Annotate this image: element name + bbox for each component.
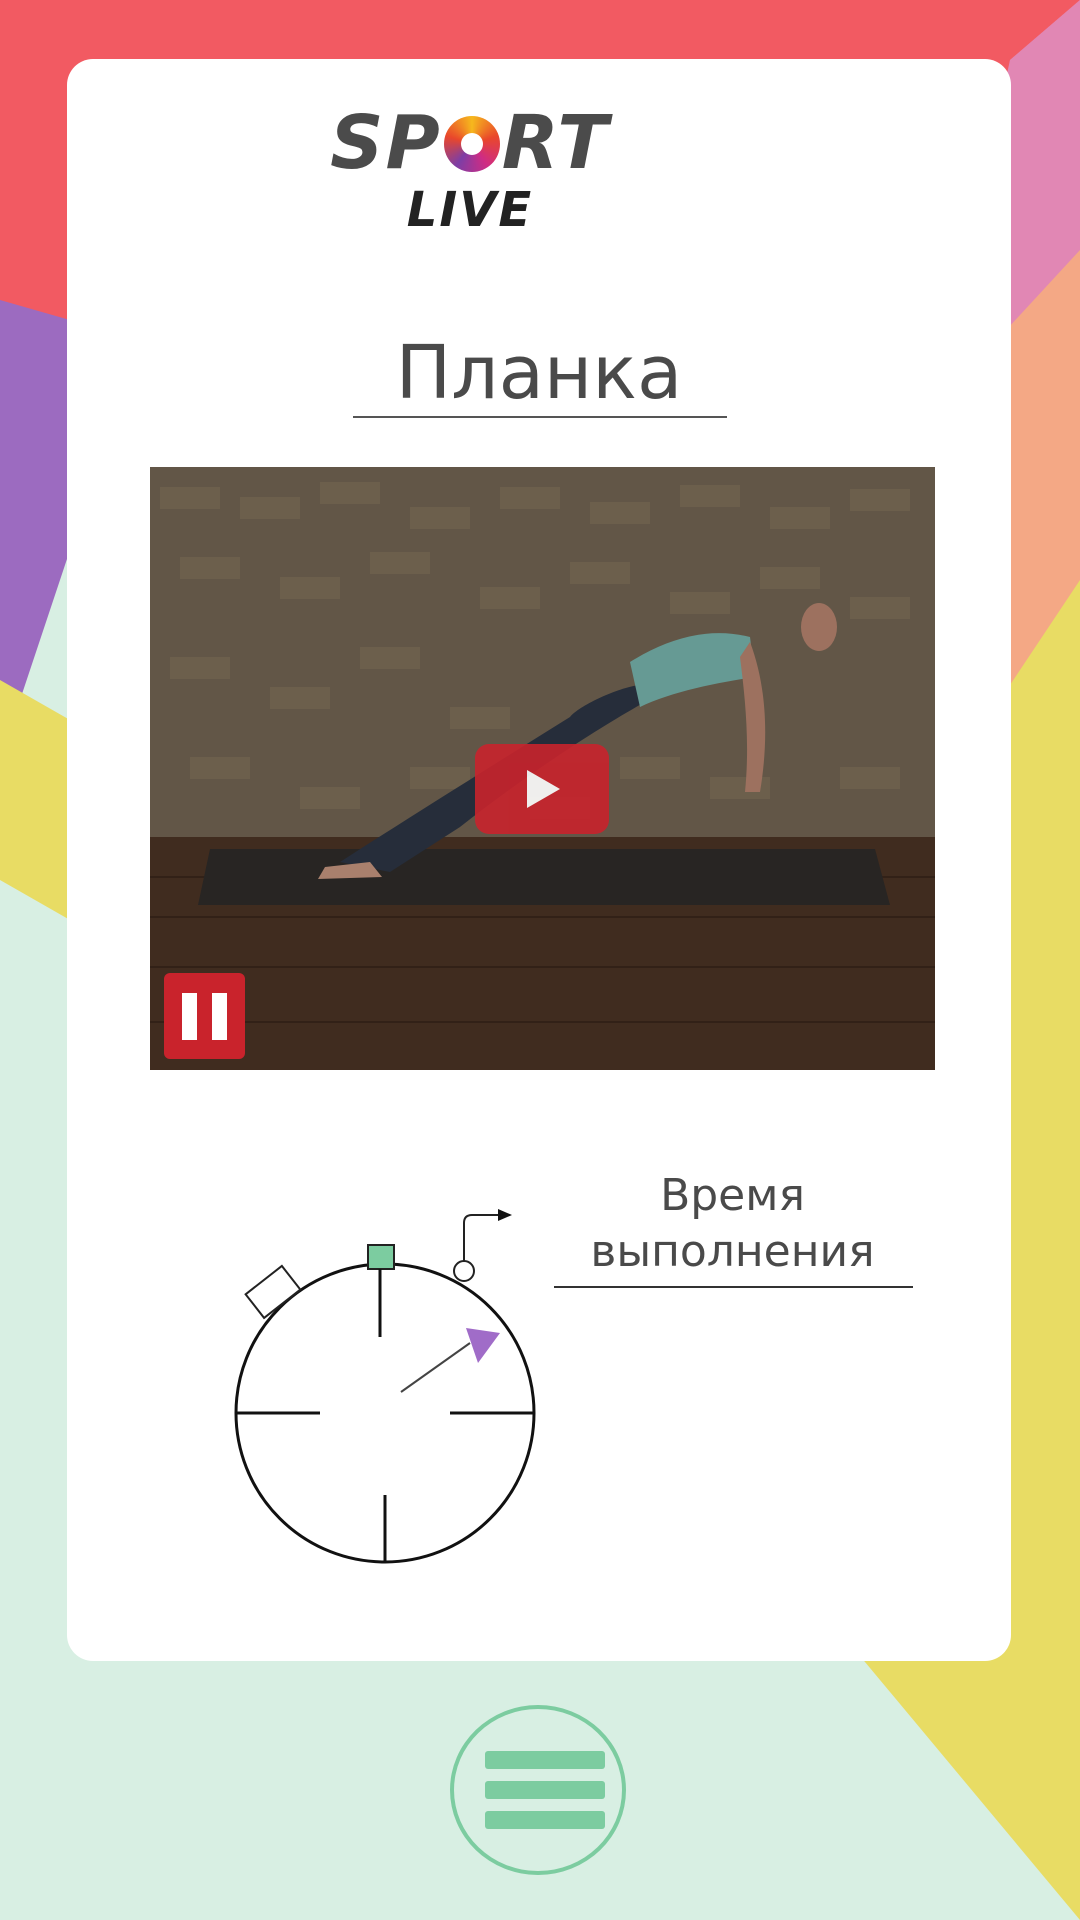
title-underline <box>353 416 727 418</box>
exercise-video[interactable] <box>150 467 935 1070</box>
time-label-line2: выполнения <box>590 1226 875 1277</box>
menu-button[interactable] <box>450 1705 626 1875</box>
time-label: Время выполнения <box>554 1168 911 1280</box>
time-input-underline[interactable] <box>554 1286 913 1288</box>
pause-button[interactable] <box>164 973 245 1059</box>
logo-live-text: LIVE <box>406 182 534 238</box>
play-button[interactable] <box>475 744 609 834</box>
logo-ring-icon <box>443 116 500 172</box>
pause-icon <box>182 993 197 1040</box>
sport-live-logo: SP RT LIVE <box>330 98 610 263</box>
stopwatch-icon[interactable] <box>228 1205 550 1575</box>
time-label-line1: Время <box>660 1170 805 1221</box>
exercise-title: Планка <box>395 330 683 416</box>
hamburger-menu-icon <box>485 1811 605 1829</box>
pause-icon <box>212 993 227 1040</box>
logo-wordmark: SP RT <box>330 100 610 186</box>
hamburger-menu-icon <box>485 1751 605 1769</box>
play-icon <box>527 770 560 808</box>
hamburger-menu-icon <box>485 1781 605 1799</box>
